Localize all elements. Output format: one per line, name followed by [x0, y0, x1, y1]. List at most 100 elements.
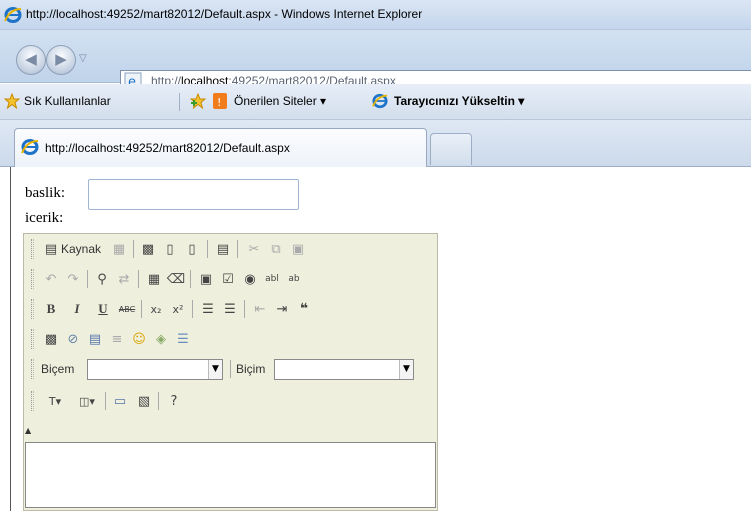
toolbar-row-1: ▤ Kaynak ▦ ▩ ▯ ▯ ▤ ✂ ⧉ ▣: [24, 236, 437, 262]
editor-content-area[interactable]: [25, 442, 436, 508]
page-content: baslik: icerik: ▤ Kaynak ▦ ▩ ▯ ▯ ▤ ✂ ⧉ ▣: [10, 167, 751, 511]
navigation-bar: ◀ ▶ ▽ e http://localhost:49252/mart82012…: [0, 30, 751, 92]
cut-icon[interactable]: ✂: [244, 239, 264, 259]
indent-icon[interactable]: ⇥: [272, 299, 292, 319]
source-button[interactable]: Kaynak: [61, 242, 101, 256]
textfield-icon[interactable]: abl: [262, 269, 282, 289]
templates-doc-icon[interactable]: ▤: [213, 239, 233, 259]
show-blocks-icon[interactable]: ▧: [134, 391, 154, 411]
subscript-button[interactable]: x₂: [146, 299, 166, 319]
separator: [207, 240, 208, 258]
superscript-button[interactable]: x²: [168, 299, 188, 319]
editor-toolbar: ▤ Kaynak ▦ ▩ ▯ ▯ ▤ ✂ ⧉ ▣ ↶ ↷ ⚲ ⇄ ▦ ⌫ ▣ ☑…: [24, 234, 437, 441]
collapse-toolbar-icon[interactable]: ▲: [25, 426, 35, 436]
separator: [133, 240, 134, 258]
chevron-down-icon[interactable]: ▼: [399, 360, 413, 379]
undo-icon[interactable]: ↶: [41, 269, 61, 289]
toolbar-row-6: T▾ ◫▾ ▭ ▧ ?: [24, 388, 437, 414]
form-icon[interactable]: ▣: [196, 269, 216, 289]
italic-button[interactable]: I: [67, 299, 87, 319]
separator: [190, 270, 191, 288]
ie-logo-icon: [4, 7, 22, 23]
checkbox-icon[interactable]: ☑: [218, 269, 238, 289]
strikethrough-button[interactable]: ABC: [117, 299, 137, 319]
text-color-icon[interactable]: T▾: [41, 391, 69, 411]
format-label: Biçim: [236, 362, 266, 376]
back-arrow-icon: ◀: [25, 50, 37, 68]
save-icon[interactable]: ▩: [138, 239, 158, 259]
numbered-list-icon[interactable]: ☰: [198, 299, 218, 319]
tab-default-aspx[interactable]: http://localhost:49252/mart82012/Default…: [14, 128, 427, 168]
bold-button[interactable]: B: [41, 299, 61, 319]
history-dropdown-icon[interactable]: ▽: [79, 53, 87, 64]
textarea-icon[interactable]: ab: [284, 269, 304, 289]
upgrade-browser-button[interactable]: Tarayıcınızı Yükseltin ▾: [394, 94, 524, 108]
separator: [141, 300, 142, 318]
chevron-down-icon[interactable]: ▼: [208, 360, 222, 379]
window-title: http://localhost:49252/mart82012/Default…: [26, 7, 423, 21]
separator: [105, 392, 106, 410]
toolbar-row-2: ↶ ↷ ⚲ ⇄ ▦ ⌫ ▣ ☑ ◉ abl ab: [24, 266, 437, 292]
preview-icon[interactable]: ▯: [182, 239, 202, 259]
forward-button[interactable]: ▶: [46, 45, 76, 75]
toolbar-grip: [31, 299, 34, 319]
baslik-label: baslik:: [25, 185, 65, 201]
style-label: Biçem: [41, 362, 75, 376]
new-page-icon[interactable]: ▯: [160, 239, 180, 259]
forward-arrow-icon: ▶: [55, 50, 67, 68]
toolbar-grip: [31, 391, 34, 411]
rich-text-editor: ▤ Kaynak ▦ ▩ ▯ ▯ ▤ ✂ ⧉ ▣ ↶ ↷ ⚲ ⇄ ▦ ⌫ ▣ ☑…: [23, 233, 438, 511]
suggested-sites-button[interactable]: Önerilen Siteler ▾: [234, 94, 326, 108]
back-button[interactable]: ◀: [16, 45, 46, 75]
toolbar-row-3: B I U ABC x₂ x² ☰ ☰ ⇤ ⇥ ❝: [24, 296, 437, 322]
image-icon[interactable]: ▩: [41, 329, 61, 349]
toolbar-grip: [31, 269, 34, 289]
toolbar-row-5: Biçem ▼ Biçim ▼: [24, 356, 437, 382]
outdent-icon[interactable]: ⇤: [250, 299, 270, 319]
paste-icon[interactable]: ▣: [288, 239, 308, 259]
underline-button[interactable]: U: [93, 299, 113, 319]
maximize-icon[interactable]: ▭: [110, 391, 130, 411]
toolbar-grip: [31, 329, 34, 349]
separator: [244, 300, 245, 318]
special-char-icon[interactable]: ◈: [151, 329, 171, 349]
table-icon[interactable]: ▤: [85, 329, 105, 349]
bulleted-list-icon[interactable]: ☰: [220, 299, 240, 319]
format-select[interactable]: ▼: [274, 359, 414, 380]
ie-upgrade-icon: [372, 93, 388, 109]
select-all-icon[interactable]: ▦: [144, 269, 164, 289]
toolbar-row-4: ▩ ⊘ ▤ ≡ ☺ ◈ ☰: [24, 326, 437, 352]
favorites-button[interactable]: Sık Kullanılanlar: [24, 94, 111, 108]
smiley-icon[interactable]: ☺: [129, 329, 149, 349]
toolbar-grip: [31, 239, 34, 259]
find-icon[interactable]: ⚲: [92, 269, 112, 289]
toolbar-grip: [31, 359, 34, 379]
favbar-divider: [179, 93, 180, 111]
bg-color-icon[interactable]: ◫▾: [73, 391, 101, 411]
svg-text:!: !: [217, 96, 221, 109]
radio-icon[interactable]: ◉: [240, 269, 260, 289]
about-icon[interactable]: ?: [164, 391, 184, 411]
separator: [237, 240, 238, 258]
blockquote-button[interactable]: ❝: [294, 299, 314, 319]
add-favorite-icon[interactable]: [190, 93, 206, 109]
style-select[interactable]: ▼: [87, 359, 223, 380]
remove-format-icon[interactable]: ⌫: [166, 269, 186, 289]
templates-icon[interactable]: ▦: [109, 239, 129, 259]
tab-bar: http://localhost:49252/mart82012/Default…: [0, 120, 751, 168]
new-tab-button[interactable]: [430, 133, 472, 165]
baslik-input[interactable]: [88, 179, 299, 210]
replace-icon[interactable]: ⇄: [114, 269, 134, 289]
separator: [230, 360, 231, 378]
suggested-sites-icon: !: [213, 93, 227, 109]
tab-label: http://localhost:49252/mart82012/Default…: [45, 141, 290, 155]
source-icon[interactable]: ▤: [41, 239, 61, 259]
ie-tab-icon: [21, 139, 39, 155]
copy-icon[interactable]: ⧉: [266, 239, 286, 259]
horizontal-rule-icon[interactable]: ≡: [107, 329, 127, 349]
separator: [138, 270, 139, 288]
page-break-icon[interactable]: ☰: [173, 329, 193, 349]
separator: [158, 392, 159, 410]
flash-icon[interactable]: ⊘: [63, 329, 83, 349]
redo-icon[interactable]: ↷: [63, 269, 83, 289]
